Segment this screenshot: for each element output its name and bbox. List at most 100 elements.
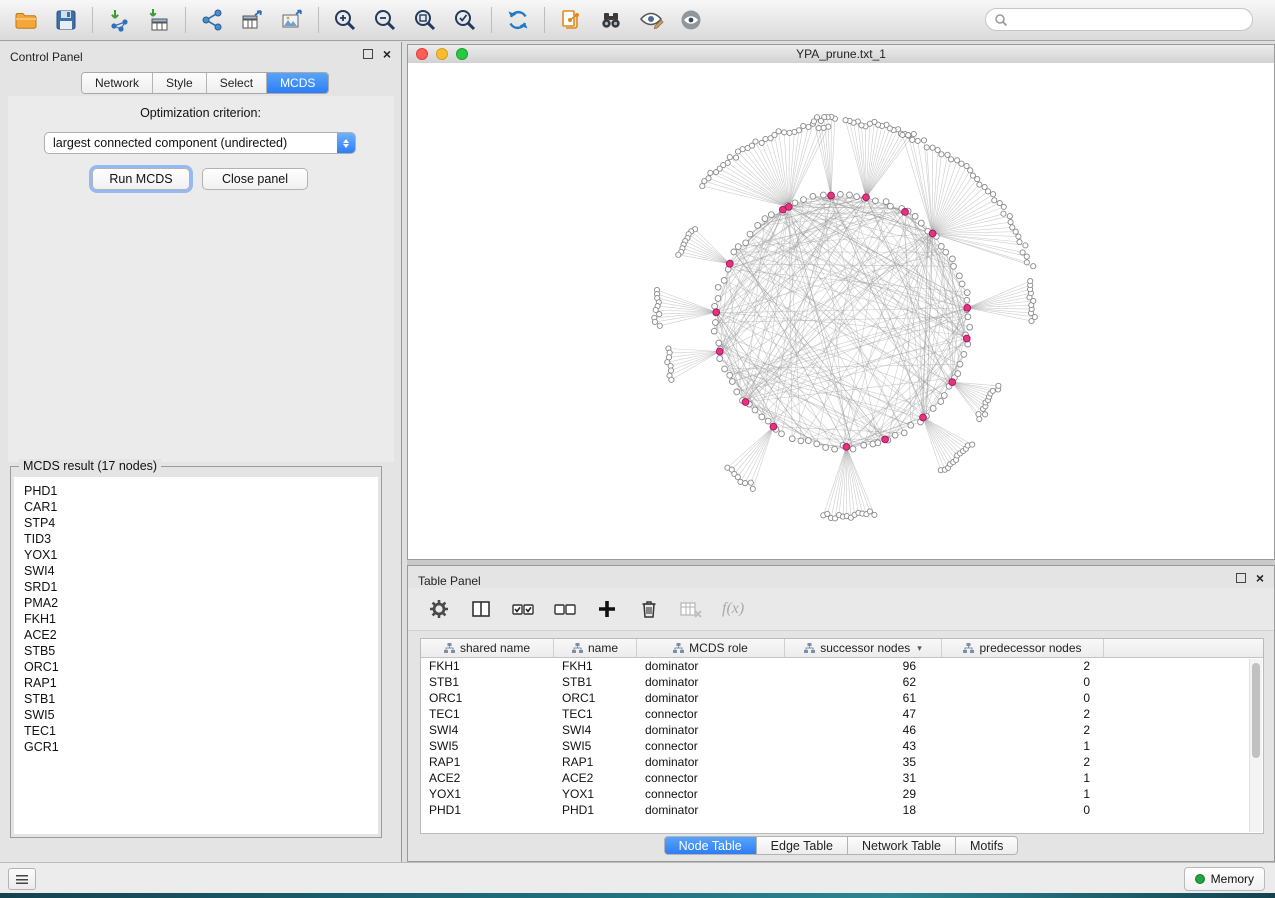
mcds-result-item[interactable]: STB1 [14, 691, 378, 707]
zoom-selected-button[interactable] [447, 4, 483, 36]
delete-table-button[interactable] [678, 596, 704, 622]
optimization-criterion-dropdown[interactable]: largest connected component (undirected) [44, 132, 356, 154]
tab-select[interactable]: Select [207, 73, 267, 93]
mcds-result-title: MCDS result (17 nodes) [19, 459, 161, 473]
memory-button[interactable]: Memory [1184, 867, 1265, 891]
export-table-button[interactable] [234, 4, 270, 36]
table-cell: 2 [942, 754, 1104, 770]
mcds-result-item[interactable]: PMA2 [14, 595, 378, 611]
float-panel-icon[interactable] [363, 49, 373, 59]
close-panel-button[interactable]: Close panel [202, 168, 308, 190]
search-box[interactable] [985, 8, 1253, 31]
table-row[interactable]: SWI5SWI5connector431 [421, 738, 1263, 754]
table-row[interactable]: ORC1ORC1dominator610 [421, 690, 1263, 706]
table-cell: 2 [942, 658, 1104, 674]
table-cell: TEC1 [421, 706, 554, 722]
mcds-result-item[interactable]: TID3 [14, 531, 378, 547]
sort-chevron-icon[interactable]: ▾ [917, 643, 922, 654]
mcds-result-item[interactable]: CAR1 [14, 499, 378, 515]
tab-network-table[interactable]: Network Table [848, 836, 956, 855]
scrollbar-thumb[interactable] [1252, 663, 1260, 758]
search-input[interactable] [1013, 12, 1244, 28]
float-panel-icon[interactable] [1236, 573, 1246, 583]
table-row[interactable]: ACE2ACE2connector311 [421, 770, 1263, 786]
table-cell: dominator [637, 754, 785, 770]
status-menu-button[interactable] [8, 868, 36, 890]
run-mcds-button[interactable]: Run MCDS [92, 168, 190, 190]
table-vertical-scrollbar[interactable] [1249, 659, 1262, 832]
clone-network-button[interactable] [553, 4, 589, 36]
network-view-window[interactable]: YPA_prune.txt_1 [407, 44, 1275, 560]
import-network-button[interactable] [101, 4, 137, 36]
table-row[interactable]: SWI4SWI4dominator462 [421, 722, 1263, 738]
delete-column-button[interactable] [636, 596, 662, 622]
select-all-button[interactable] [510, 596, 536, 622]
column-type-icon [963, 643, 974, 654]
mcds-result-item[interactable]: GCR1 [14, 739, 378, 755]
table-row[interactable]: FKH1FKH1dominator962 [421, 658, 1263, 674]
column-header-shared-name[interactable]: shared name [421, 639, 554, 658]
table-row[interactable]: TEC1TEC1connector472 [421, 706, 1263, 722]
table-cell: SWI5 [554, 738, 637, 754]
zoom-out-button[interactable] [367, 4, 403, 36]
zoom-fit-button[interactable] [407, 4, 443, 36]
column-header-predecessor-nodes[interactable]: predecessor nodes [942, 639, 1104, 658]
control-panel-tabs: Network Style Select MCDS [81, 72, 329, 94]
tab-motifs[interactable]: Motifs [956, 836, 1018, 855]
hide-detail-button[interactable] [673, 4, 709, 36]
mcds-result-item[interactable]: STB5 [14, 643, 378, 659]
table-panel-tabs: Node Table Edge Table Network Table Moti… [408, 836, 1274, 855]
zoom-in-button[interactable] [327, 4, 363, 36]
add-column-button[interactable] [594, 596, 620, 622]
table-cell: 47 [785, 706, 942, 722]
table-cell: dominator [637, 658, 785, 674]
tab-mcds[interactable]: MCDS [267, 73, 328, 93]
mcds-result-item[interactable]: ACE2 [14, 627, 378, 643]
close-panel-icon[interactable]: × [1256, 573, 1264, 583]
column-header-name[interactable]: name [554, 639, 637, 658]
mcds-result-item[interactable]: FKH1 [14, 611, 378, 627]
table-row[interactable]: RAP1RAP1dominator352 [421, 754, 1263, 770]
export-network-button[interactable] [194, 4, 230, 36]
node-table[interactable]: shared name name MCDS role successor nod… [420, 638, 1264, 834]
mcds-result-item[interactable]: PHD1 [14, 483, 378, 499]
mcds-result-item[interactable]: RAP1 [14, 675, 378, 691]
table-panel-title: Table Panel [418, 574, 481, 588]
tab-node-table[interactable]: Node Table [664, 836, 757, 855]
unselect-all-button[interactable] [552, 596, 578, 622]
close-panel-icon[interactable]: × [383, 49, 391, 59]
dropdown-selected-value: largest connected component (undirected) [45, 136, 337, 150]
function-builder-button[interactable]: f(x) [722, 600, 744, 618]
table-toolbar: f(x) [408, 588, 1274, 631]
control-panel-window-controls: × [363, 49, 391, 59]
column-header-mcds-role[interactable]: MCDS role [637, 639, 785, 658]
mcds-result-item[interactable]: TEC1 [14, 723, 378, 739]
tab-style[interactable]: Style [153, 73, 207, 93]
show-columns-button[interactable] [468, 596, 494, 622]
table-cell: 2 [942, 722, 1104, 738]
network-canvas[interactable] [408, 63, 1274, 559]
mcds-result-item[interactable]: SWI4 [14, 563, 378, 579]
first-neighbors-button[interactable] [593, 4, 629, 36]
column-type-icon [444, 643, 455, 654]
mcds-result-item[interactable]: YOX1 [14, 547, 378, 563]
open-file-button[interactable] [8, 4, 44, 36]
mcds-result-item[interactable]: SWI5 [14, 707, 378, 723]
table-cell: connector [637, 706, 785, 722]
mcds-result-item[interactable]: SRD1 [14, 579, 378, 595]
table-row[interactable]: STB1STB1dominator620 [421, 674, 1263, 690]
export-image-button[interactable] [274, 4, 310, 36]
tab-edge-table[interactable]: Edge Table [757, 836, 848, 855]
refresh-button[interactable] [500, 4, 536, 36]
table-row[interactable]: PHD1PHD1dominator180 [421, 802, 1263, 818]
mcds-result-item[interactable]: ORC1 [14, 659, 378, 675]
table-settings-button[interactable] [426, 596, 452, 622]
mcds-result-item[interactable]: STP4 [14, 515, 378, 531]
import-table-button[interactable] [141, 4, 177, 36]
column-header-successor-nodes[interactable]: successor nodes ▾ [785, 639, 942, 658]
save-session-button[interactable] [48, 4, 84, 36]
table-row[interactable]: YOX1YOX1connector291 [421, 786, 1263, 802]
graphics-details-button[interactable] [633, 4, 669, 36]
tab-network[interactable]: Network [82, 73, 153, 93]
table-cell: 96 [785, 658, 942, 674]
